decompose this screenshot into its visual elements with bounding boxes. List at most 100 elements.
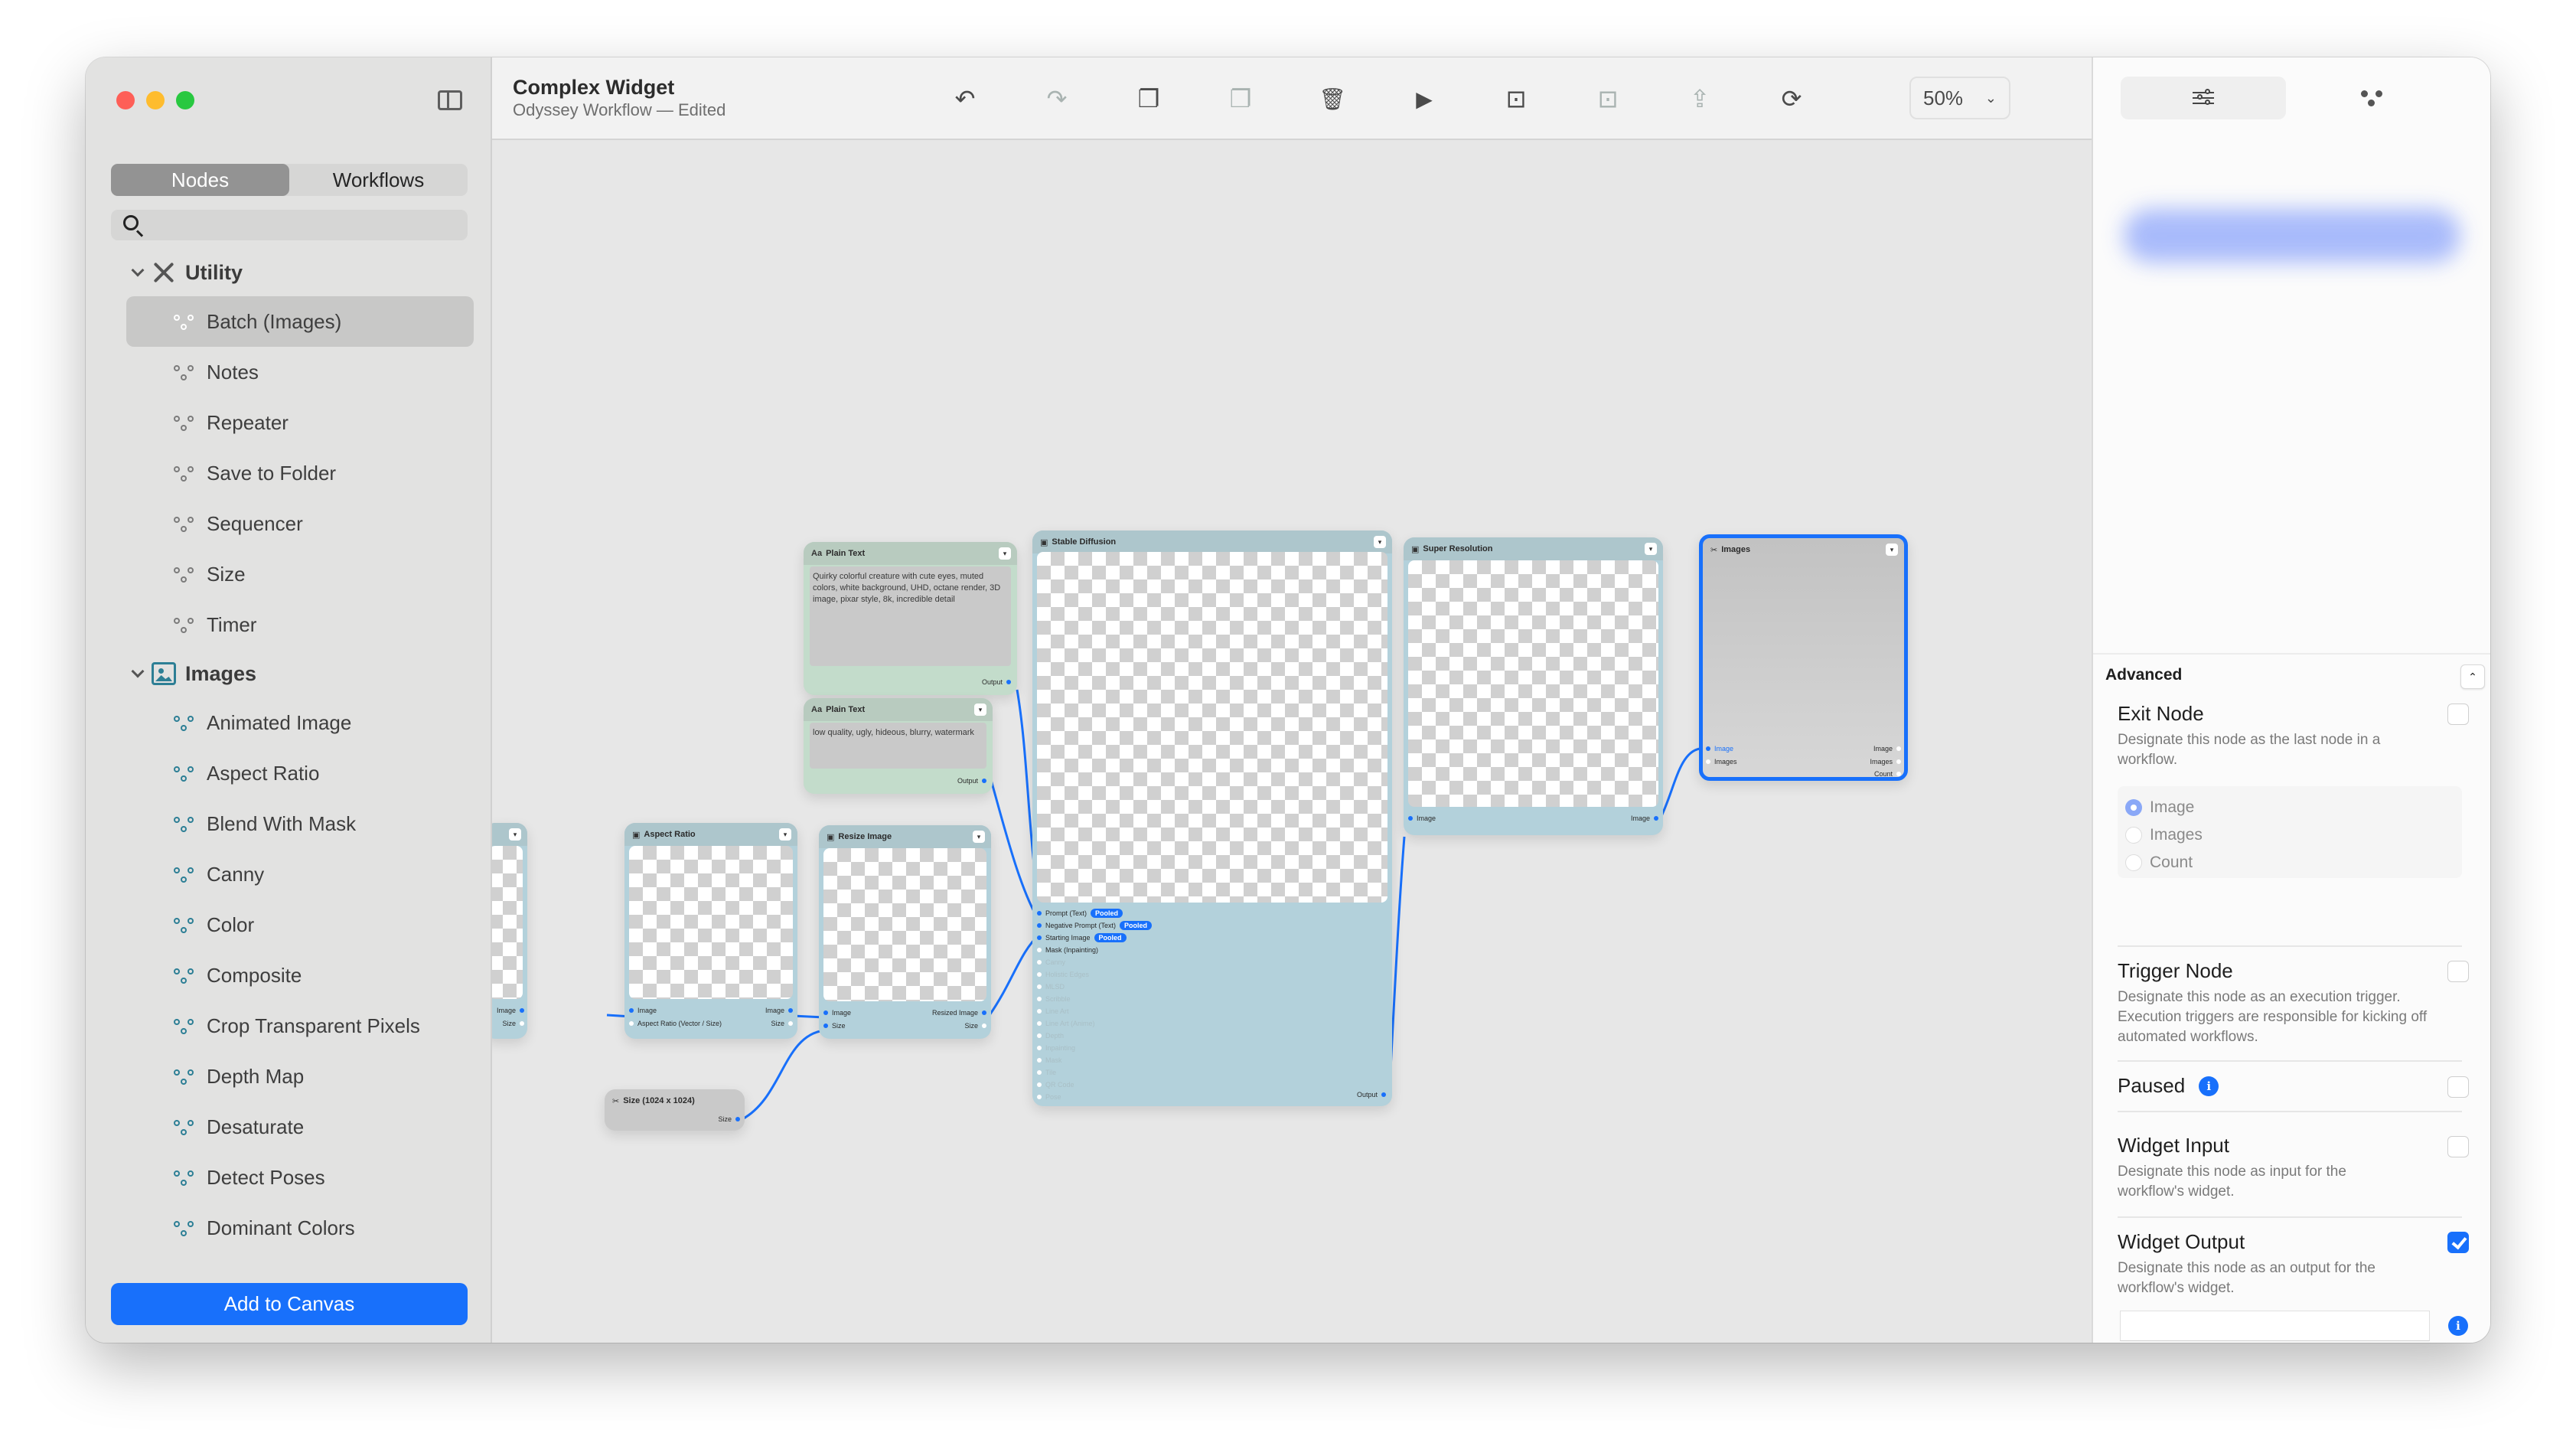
sidebar-toggle-icon[interactable] (438, 90, 462, 110)
info-icon[interactable]: i (2199, 1076, 2219, 1096)
tab-workflows[interactable]: Workflows (289, 164, 468, 196)
input-port-inpainting[interactable]: Inpainting (1037, 1042, 1152, 1054)
input-port-holistic-edges[interactable]: Holistic Edges (1037, 968, 1152, 981)
output-port-images[interactable]: Images (1870, 758, 1901, 766)
group-utility[interactable]: Utility (86, 249, 492, 296)
input-port-tile[interactable]: Tile (1037, 1066, 1152, 1079)
output-port[interactable]: Output (957, 777, 986, 785)
fit-height-button[interactable]: ⊡ (1501, 83, 1531, 114)
aspect-ratio-node[interactable]: ▣ Aspect Ratio ▾ Image Aspect Ratio (Vec… (624, 823, 797, 1039)
input-port-prompt[interactable]: Prompt (Text) Pooled (1037, 907, 1152, 919)
exit-node-checkbox[interactable] (2447, 704, 2469, 725)
node-menu-button[interactable]: ▾ (509, 828, 521, 841)
input-port-image[interactable]: Image (1408, 815, 1436, 822)
list-item-canny[interactable]: Canny (86, 849, 474, 899)
input-port-images[interactable]: Images (1706, 758, 1737, 766)
node-menu-button[interactable]: ▾ (779, 828, 791, 841)
input-port-qr-code[interactable]: QR Code (1037, 1079, 1152, 1091)
node-menu-button[interactable]: ▾ (999, 547, 1011, 560)
input-port-size[interactable]: Size (823, 1022, 846, 1030)
output-port[interactable]: Output (1357, 1091, 1386, 1099)
output-port-count[interactable]: Count (1874, 770, 1901, 778)
list-item-repeater[interactable]: Repeater (86, 397, 474, 448)
minimize-window-button[interactable] (146, 91, 165, 109)
widget-output-name-input[interactable] (2120, 1311, 2430, 1341)
group-images[interactable]: Images (86, 650, 492, 697)
node-menu-button[interactable]: ▾ (1886, 544, 1898, 556)
input-port-line-art[interactable]: Line Art (1037, 1005, 1152, 1017)
fit-height-alt-button[interactable]: ⊡ (1593, 83, 1623, 114)
trigger-node-checkbox[interactable] (2447, 961, 2469, 982)
input-port-image[interactable]: Image (823, 1009, 851, 1017)
list-item-color[interactable]: Color (86, 899, 474, 950)
run-button[interactable]: ▶ (1409, 83, 1440, 114)
node-menu-button[interactable]: ▾ (1374, 536, 1386, 548)
output-port-image[interactable]: Image (765, 1007, 793, 1014)
size-node[interactable]: ✂ Size (1024 x 1024) Size (605, 1089, 745, 1131)
images-node[interactable]: ✂ Images ▾ Image Images Image Images Cou… (1699, 534, 1908, 781)
list-item-sequencer[interactable]: Sequencer (86, 498, 474, 549)
output-port-image[interactable]: Image (1873, 745, 1901, 752)
radio-image[interactable]: Image (2125, 794, 2454, 821)
redo-button[interactable]: ↷ (1042, 83, 1072, 114)
output-port-size[interactable]: Size (771, 1020, 793, 1027)
list-item-dominant-colors[interactable]: Dominant Colors (86, 1203, 474, 1253)
output-port-size[interactable]: Size (718, 1115, 740, 1123)
close-window-button[interactable] (116, 91, 135, 109)
list-item-notes[interactable]: Notes (86, 347, 474, 397)
input-port-scribble[interactable]: Scribble (1037, 993, 1152, 1005)
output-port-size[interactable]: Size (502, 1020, 524, 1027)
output-port-image[interactable]: Image (497, 1007, 524, 1014)
widget-input-checkbox[interactable] (2447, 1136, 2469, 1157)
output-port[interactable]: Output (982, 678, 1011, 686)
input-port-starting-image[interactable]: Starting Image Pooled (1037, 932, 1152, 944)
collapse-advanced-button[interactable]: ⌃ (2460, 664, 2485, 689)
list-item-blend-with-mask[interactable]: Blend With Mask (86, 798, 474, 849)
input-port-mask-inpainting[interactable]: Mask (Inpainting) (1037, 944, 1152, 956)
input-port-mlsd[interactable]: MLSD (1037, 981, 1152, 993)
list-item-aspect-ratio[interactable]: Aspect Ratio (86, 748, 474, 798)
list-item-batch-images[interactable]: Batch (Images) (126, 296, 474, 347)
radio-count[interactable]: Count (2125, 849, 2454, 877)
node-menu-button[interactable]: ▾ (974, 704, 986, 716)
list-item-detect-poses[interactable]: Detect Poses (86, 1152, 474, 1203)
search-input[interactable] (149, 210, 455, 240)
resize-image-node[interactable]: ▣ Resize Image ▾ Image Size Resized Imag… (819, 825, 991, 1039)
plain-text-node-negative[interactable]: Aa Plain Text ▾ low quality, ugly, hideo… (804, 698, 993, 794)
tab-node-graph[interactable] (2333, 77, 2410, 119)
input-port-pose[interactable]: Pose (1037, 1091, 1152, 1103)
share-button[interactable]: ⇪ (1684, 83, 1715, 114)
input-port-line-art-anime[interactable]: Line Art (Anime) (1037, 1017, 1152, 1030)
list-item-composite[interactable]: Composite (86, 950, 474, 1001)
negative-text-area[interactable]: low quality, ugly, hideous, blurry, wate… (810, 723, 986, 769)
output-port-size[interactable]: Size (964, 1022, 986, 1030)
workflow-canvas[interactable]: Aa Plain Text ▾ Quirky colorful creature… (492, 140, 2092, 1343)
partial-image-node[interactable]: ▾ Image Size (492, 823, 527, 1039)
add-to-canvas-button[interactable]: Add to Canvas (111, 1283, 468, 1325)
info-icon[interactable]: i (2448, 1316, 2468, 1336)
output-port-resized-image[interactable]: Resized Image (932, 1009, 986, 1017)
radio-images[interactable]: Images (2125, 821, 2454, 849)
input-port-image[interactable]: Image (1706, 745, 1733, 752)
input-port-depth[interactable]: Depth (1037, 1030, 1152, 1042)
list-item-timer[interactable]: Timer (86, 599, 474, 650)
input-port-mask[interactable]: Mask (1037, 1054, 1152, 1066)
input-port-negative-prompt[interactable]: Negative Prompt (Text) Pooled (1037, 919, 1153, 932)
node-menu-button[interactable]: ▾ (973, 831, 985, 843)
paused-checkbox[interactable] (2447, 1076, 2469, 1098)
copy-button[interactable]: ❐ (1133, 83, 1164, 114)
widget-output-checkbox[interactable] (2447, 1232, 2469, 1253)
delete-button[interactable]: 🗑 (1317, 83, 1348, 114)
list-item-size[interactable]: Size (86, 549, 474, 599)
tab-node-settings[interactable] (2121, 77, 2286, 119)
undo-button[interactable]: ↶ (950, 83, 980, 114)
list-item-animated-image[interactable]: Animated Image (86, 697, 474, 748)
super-resolution-node[interactable]: ▣ Super Resolution ▾ Image Image (1404, 537, 1663, 835)
plain-text-node-prompt[interactable]: Aa Plain Text ▾ Quirky colorful creature… (804, 542, 1017, 695)
list-item-depth-map[interactable]: Depth Map (86, 1051, 474, 1102)
refresh-button[interactable]: ⟳ (1776, 83, 1807, 114)
paste-button[interactable]: ❐ (1225, 83, 1256, 114)
stable-diffusion-node[interactable]: ▣ Stable Diffusion ▾ Prompt (Text) Pooled… (1032, 530, 1392, 1106)
list-item-save-to-folder[interactable]: Save to Folder (86, 448, 474, 498)
prompt-text-area[interactable]: Quirky colorful creature with cute eyes,… (810, 566, 1011, 666)
